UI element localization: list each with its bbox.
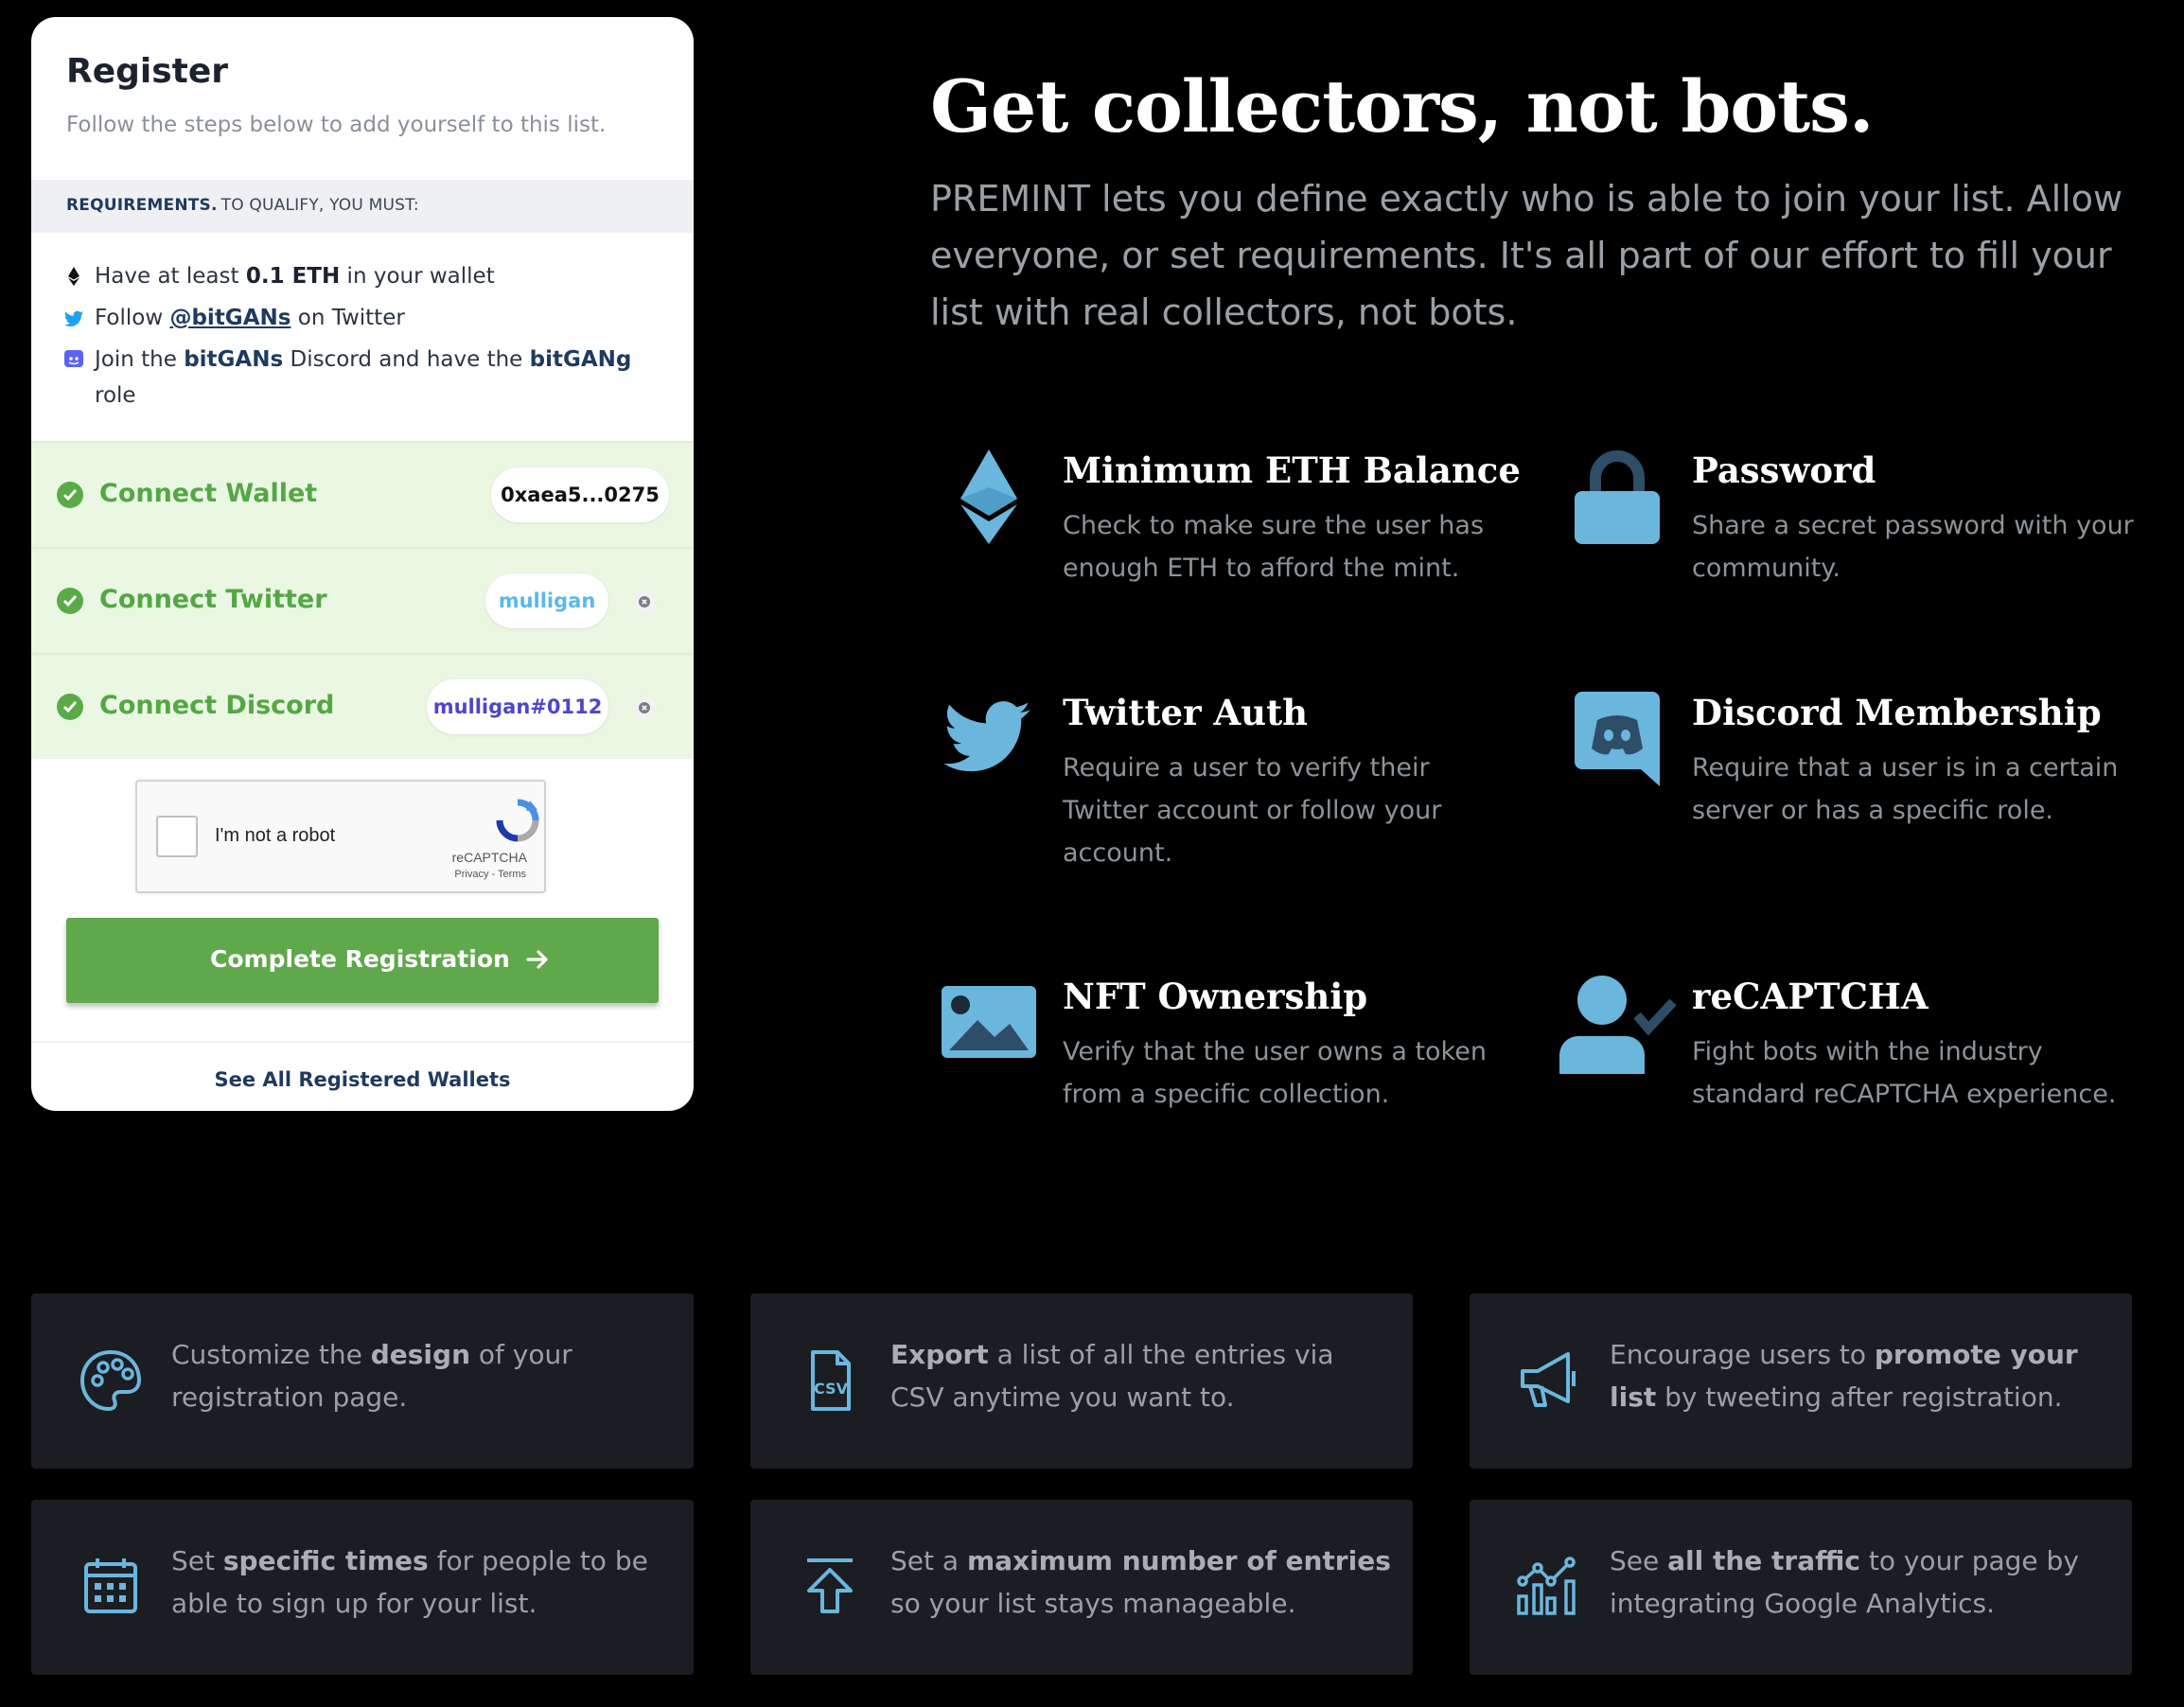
req-discord-server: bitGANs [184,347,284,372]
register-header: Register Follow the steps below to add y… [31,17,694,180]
tile-text-post: by tweeting after registration. [1656,1381,2063,1413]
requirements-label: REQUIREMENTS. [66,196,218,215]
tile-text-bold: maximum number of entries [966,1545,1391,1576]
disconnect-discord-icon[interactable] [633,696,656,719]
tile-text-post: so your list stays manageable. [890,1588,1296,1619]
step-twitter-label: Connect Twitter [99,585,327,614]
step-discord-label: Connect Discord [99,691,335,720]
feature-title: Discord Membership [1692,692,2102,733]
tile-analytics: See all the traffic to your page by inte… [1470,1500,2132,1675]
tile-text: Set a maximum number of entries so your … [890,1540,1392,1625]
tile-text: Set specific times for people to be able… [171,1540,673,1625]
tile-text-pre: Set [171,1545,223,1576]
analytics-icon [1517,1557,1576,1615]
discord-icon [64,350,83,367]
hero-title: Get collectors, not bots. [930,64,1874,149]
register-subtitle: Follow the steps below to add yourself t… [66,113,607,137]
req-discord-post: role [95,383,136,408]
tile-specific-times: Set specific times for people to be able… [31,1500,694,1675]
tile-customize-design: Customize the design of your registratio… [31,1293,694,1469]
wallet-address-pill[interactable]: 0xaea5...0275 [491,467,669,522]
feature-desc: Require a user to verify their Twitter a… [1063,753,1442,868]
tile-text-pre: Customize the [171,1339,371,1370]
recaptcha-label: I'm not a robot [215,825,336,846]
requirements-sublabel: TO QUALIFY, YOU MUST: [220,196,419,215]
req-discord-pre: Join the [95,347,185,372]
ethereum-icon [960,449,1017,544]
tile-text-pre: See [1610,1545,1668,1576]
twitter-handle-link[interactable]: @bitGANs [169,306,291,330]
tile-promote-list: Encourage users to promote your list by … [1470,1293,2132,1469]
tile-text: Export a list of all the entries via CSV… [890,1333,1392,1418]
hero-description: PREMINT lets you define exactly who is a… [930,178,2123,333]
feature-desc: Check to make sure the user has enough E… [1063,511,1485,583]
twitter-username-pill[interactable]: mulligan [485,573,608,628]
register-card: Register Follow the steps below to add y… [31,17,694,1111]
recaptcha-brand: reCAPTCHA [451,850,527,865]
step-connect-twitter[interactable]: Connect Twitter mulligan [31,547,694,653]
step-wallet-label: Connect Wallet [99,479,318,508]
discord-icon [1575,692,1660,786]
req-eth-pre: Have at least [95,264,246,289]
disconnect-twitter-icon[interactable] [633,590,656,613]
complete-registration-label: Complete Registration [210,945,510,973]
palette-icon [79,1349,142,1412]
tile-text: Customize the design of your registratio… [171,1333,673,1418]
upload-arrow-icon [807,1558,853,1613]
calendar-icon [84,1558,137,1613]
check-icon [57,482,83,508]
register-title: Register [66,52,229,91]
tile-text-bold: all the traffic [1667,1545,1860,1576]
arrow-right-icon [526,950,548,969]
check-icon [57,694,83,720]
ethereum-icon [68,267,79,286]
feature-desc: Share a secret password with your commun… [1692,511,2134,583]
feature-desc: Verify that the user owns a token from a… [1063,1037,1487,1109]
feature-title: Twitter Auth [1063,692,1309,733]
req-twitter-pre: Follow [95,306,170,330]
step-connect-discord[interactable]: Connect Discord mulligan#0112 [31,653,694,759]
discord-username-pill[interactable]: mulligan#0112 [427,679,608,734]
req-discord-role: bitGANg [529,347,632,372]
tile-text-pre: Encourage users to [1610,1339,1875,1370]
svg-text:CSV: CSV [814,1380,849,1398]
feature-desc: Fight bots with the industry standard re… [1692,1037,2117,1109]
recaptcha-widget: I'm not a robot reCAPTCHA Privacy - Term… [135,780,546,893]
tile-text-bold: Export [890,1339,989,1370]
csv-file-icon: CSV [811,1350,851,1411]
tile-max-entries: Set a maximum number of entries so your … [750,1500,1413,1675]
register-footer: See All Registered Wallets [31,1041,694,1111]
feature-title: NFT Ownership [1063,976,1368,1017]
req-twitter-post: on Twitter [291,306,405,330]
feature-title: reCAPTCHA [1692,976,1929,1017]
tile-text-bold: specific times [222,1545,429,1576]
req-eth-amount: 0.1 ETH [245,264,341,289]
recaptcha-logo-icon [496,799,539,842]
tile-text: Encourage users to promote your list by … [1610,1333,2111,1418]
complete-registration-button[interactable]: Complete Registration [66,918,659,1003]
recaptcha-checkbox[interactable] [156,816,198,857]
twitter-icon [63,310,84,326]
user-check-icon [1559,976,1677,1074]
req-discord-mid: Discord and have the [283,347,530,372]
recaptcha-links[interactable]: Privacy - Terms [454,869,526,880]
tile-text: See all the traffic to your page by inte… [1610,1540,2111,1625]
feature-desc: Require that a user is in a certain serv… [1692,753,2119,825]
see-all-wallets-link[interactable]: See All Registered Wallets [31,1068,694,1091]
feature-title: Password [1692,449,1876,491]
requirements-bar: REQUIREMENTS. TO QUALIFY, YOU MUST: [31,180,694,233]
check-icon [57,588,83,614]
image-icon [942,986,1036,1058]
megaphone-icon [1521,1352,1576,1407]
lock-icon [1575,450,1660,544]
feature-title: Minimum ETH Balance [1063,449,1521,491]
tile-export-csv: CSV Export a list of all the entries via… [750,1293,1413,1469]
tile-text-bold: design [370,1339,471,1370]
tile-text-pre: Set a [890,1545,967,1576]
req-eth-post: in your wallet [340,264,495,289]
twitter-icon [943,701,1030,772]
step-connect-wallet[interactable]: Connect Wallet 0xaea5...0275 [31,441,694,547]
